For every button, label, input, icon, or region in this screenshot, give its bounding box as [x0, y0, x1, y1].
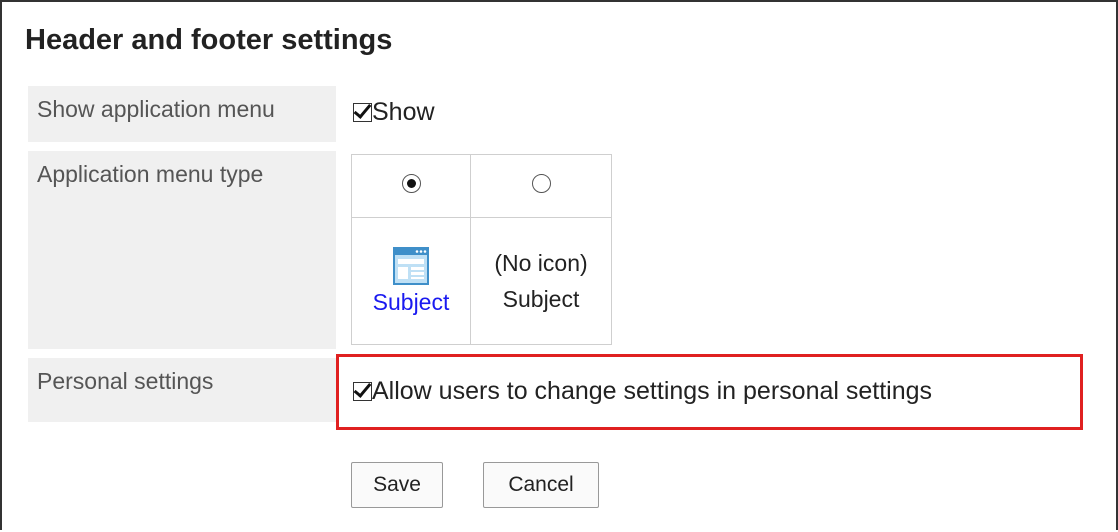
show-menu-checkbox[interactable] [353, 103, 372, 122]
show-menu-checkbox-label[interactable]: Show [372, 98, 435, 126]
menu-type-radio-noicon[interactable] [531, 174, 551, 193]
show-menu-checkbox-field[interactable]: Show [353, 98, 435, 127]
menu-type-option-noicon-preview: (No icon) Subject [470, 217, 612, 345]
menu-type-options: Subject (No icon) Subject [351, 154, 612, 345]
save-button[interactable]: Save [351, 462, 443, 508]
subject-link-preview: Subject [372, 288, 450, 315]
menu-type-option-noicon-radio-cell[interactable] [470, 154, 612, 218]
menu-type-option-icon-radio-cell[interactable] [351, 154, 471, 218]
personal-settings-label: Personal settings [28, 358, 336, 422]
show-menu-label: Show application menu [28, 86, 336, 142]
menu-type-radio-icon[interactable] [401, 174, 421, 193]
no-icon-caption: (No icon) [494, 250, 588, 276]
page-title: Header and footer settings [25, 24, 393, 56]
highlight-box [336, 354, 1083, 430]
menu-type-option-icon-preview: Subject [351, 217, 471, 345]
menu-type-label: Application menu type [28, 151, 336, 349]
subject-text-preview: Subject [502, 286, 580, 312]
app-window-icon [393, 246, 429, 285]
cancel-button[interactable]: Cancel [483, 462, 599, 508]
